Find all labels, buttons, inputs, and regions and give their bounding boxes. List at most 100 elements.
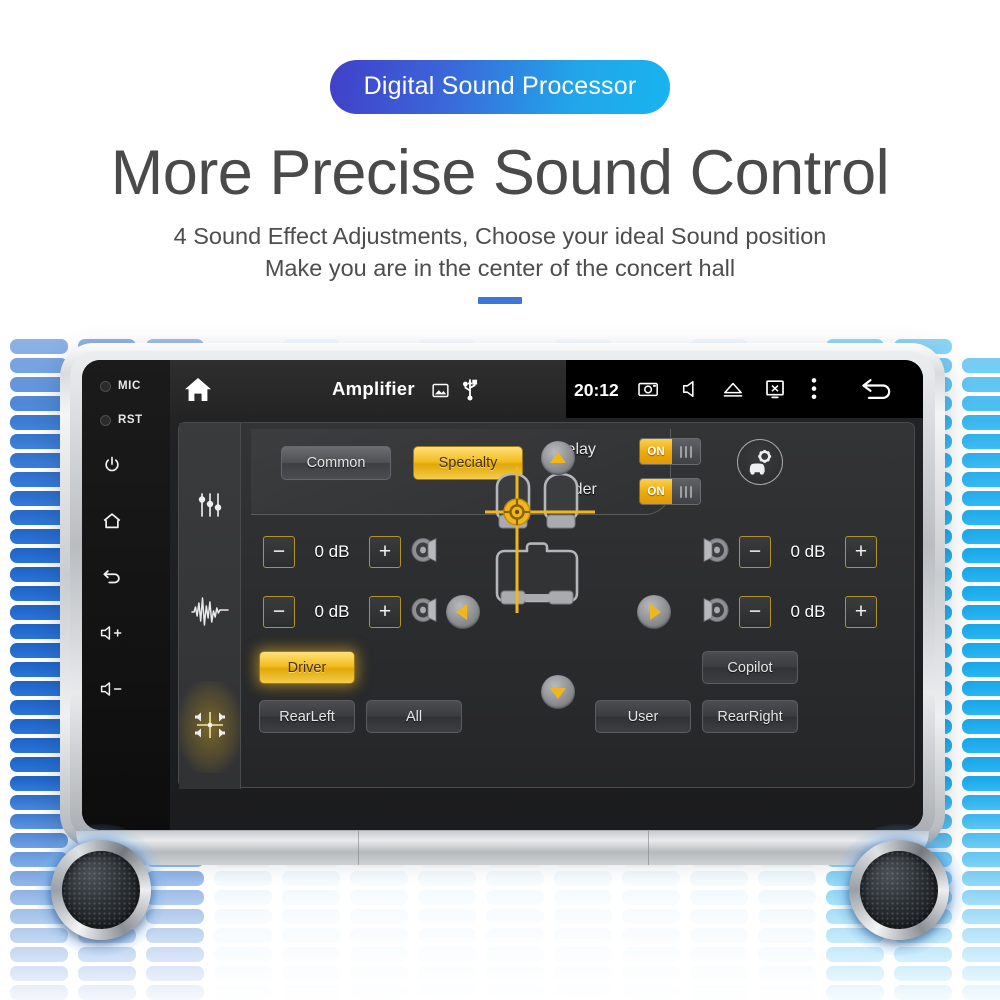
equalizer-bar <box>214 871 272 886</box>
delay-toggle-grip <box>672 439 700 464</box>
equalizer-bar <box>826 985 884 1000</box>
equalizer-bar <box>554 871 612 886</box>
equalizer-bar <box>962 890 1000 905</box>
gain-plus-button[interactable]: + <box>845 536 877 568</box>
equalizer-bar <box>350 909 408 924</box>
equalizer-bar <box>282 985 340 1000</box>
surround-panel: Common Specialty Delay ON Fader ON <box>241 423 916 789</box>
volume-up-icon[interactable] <box>97 620 127 646</box>
equalizer-bar <box>214 928 272 943</box>
equalizer-bar <box>622 947 680 962</box>
usb-icon <box>458 376 482 402</box>
equalizer-bar <box>78 985 136 1000</box>
gain-plus-button[interactable]: + <box>845 596 877 628</box>
preset-button-user[interactable]: User <box>595 700 691 733</box>
fader-toggle[interactable]: ON <box>639 478 701 505</box>
delay-toggle[interactable]: ON <box>639 438 701 465</box>
dpad-right-button[interactable] <box>637 595 671 629</box>
gain-minus-button[interactable]: − <box>263 596 295 628</box>
mute-icon[interactable] <box>678 377 704 401</box>
preset-button-rearleft[interactable]: RearLeft <box>259 700 355 733</box>
physical-key-column: MIC RST <box>82 360 170 830</box>
mode-button-common[interactable]: Common <box>281 446 391 480</box>
page-subtitle: 4 Sound Effect Adjustments, Choose your … <box>0 220 1000 285</box>
equalizer-tab[interactable] <box>179 461 241 553</box>
more-vertical-icon[interactable] <box>804 376 824 402</box>
equalizer-bar <box>418 985 476 1000</box>
equalizer-bar <box>962 510 1000 525</box>
badge-container: Digital Sound Processor <box>0 60 1000 114</box>
gain-plus-button[interactable]: + <box>369 596 401 628</box>
equalizer-bar <box>622 871 680 886</box>
camera-icon[interactable] <box>636 377 662 401</box>
equalizer-bar <box>554 985 612 1000</box>
equalizer-bar <box>214 985 272 1000</box>
gain-minus-button[interactable]: − <box>739 596 771 628</box>
equalizer-bar <box>78 966 136 981</box>
equalizer-bar <box>758 966 816 981</box>
equalizer-bar <box>418 928 476 943</box>
gain-plus-button[interactable]: + <box>369 536 401 568</box>
equalizer-bar <box>962 453 1000 468</box>
home-icon[interactable] <box>99 508 125 534</box>
equalizer-bar <box>962 795 1000 810</box>
equalizer-bar <box>486 966 544 981</box>
equalizer-bar <box>10 966 68 981</box>
car-gear-icon[interactable] <box>737 439 783 485</box>
surround-tab[interactable] <box>179 681 241 773</box>
preset-button-all[interactable]: All <box>366 700 462 733</box>
home-icon[interactable] <box>182 374 214 406</box>
back-icon[interactable] <box>99 564 125 590</box>
dpad-left-button[interactable] <box>446 595 480 629</box>
equalizer-bar <box>622 985 680 1000</box>
equalizer-bar <box>962 529 1000 544</box>
screen-off-icon[interactable] <box>762 377 788 401</box>
equalizer-bar <box>282 890 340 905</box>
equalizer-bar <box>554 928 612 943</box>
android-status-bar: Amplifier 20:12 <box>170 360 923 418</box>
preset-button-driver[interactable]: Driver <box>259 651 355 684</box>
equalizer-bar <box>554 947 612 962</box>
equalizer-bar <box>758 947 816 962</box>
sliders-icon <box>195 490 225 525</box>
gain-minus-button[interactable]: − <box>263 536 295 568</box>
gain-minus-button[interactable]: − <box>739 536 771 568</box>
gain-control-rear-left: − 0 dB + <box>263 595 439 629</box>
dpad-up-button[interactable] <box>541 441 575 475</box>
equalizer-bar <box>690 909 748 924</box>
equalizer-bar <box>962 662 1000 677</box>
equalizer-bar <box>350 871 408 886</box>
equalizer-bar <box>690 947 748 962</box>
power-icon[interactable] <box>99 452 125 478</box>
equalizer-bar <box>418 909 476 924</box>
equalizer-bar <box>146 985 204 1000</box>
equalizer-bar <box>758 890 816 905</box>
back-arrow-icon[interactable] <box>856 376 896 404</box>
equalizer-bar <box>486 890 544 905</box>
volume-down-icon[interactable] <box>97 676 127 702</box>
subtitle-line-2: Make you are in the center of the concer… <box>264 255 736 282</box>
equalizer-bar <box>486 909 544 924</box>
triangle-down-icon <box>550 688 566 699</box>
equalizer-bar <box>690 928 748 943</box>
waveform-tab[interactable] <box>179 568 241 660</box>
equalizer-bar <box>282 871 340 886</box>
equalizer-bar <box>486 928 544 943</box>
dpad-down-button[interactable] <box>541 675 575 709</box>
equalizer-bar <box>962 833 1000 848</box>
eject-icon[interactable] <box>720 377 746 401</box>
fader-toggle-grip <box>672 479 700 504</box>
equalizer-bar <box>690 966 748 981</box>
equalizer-bar <box>214 909 272 924</box>
preset-button-rearright[interactable]: RearRight <box>702 700 798 733</box>
equalizer-bar <box>962 605 1000 620</box>
preset-button-copilot[interactable]: Copilot <box>702 651 798 684</box>
cabin-diagram[interactable] <box>483 463 633 653</box>
equalizer-bar <box>282 928 340 943</box>
app-tab-rail <box>179 423 241 789</box>
equalizer-bar <box>962 415 1000 430</box>
gain-value: 0 dB <box>790 542 826 561</box>
subtitle-line-1: 4 Sound Effect Adjustments, Choose your … <box>173 223 827 249</box>
equalizer-bar <box>962 776 1000 791</box>
rst-led <box>100 415 111 426</box>
